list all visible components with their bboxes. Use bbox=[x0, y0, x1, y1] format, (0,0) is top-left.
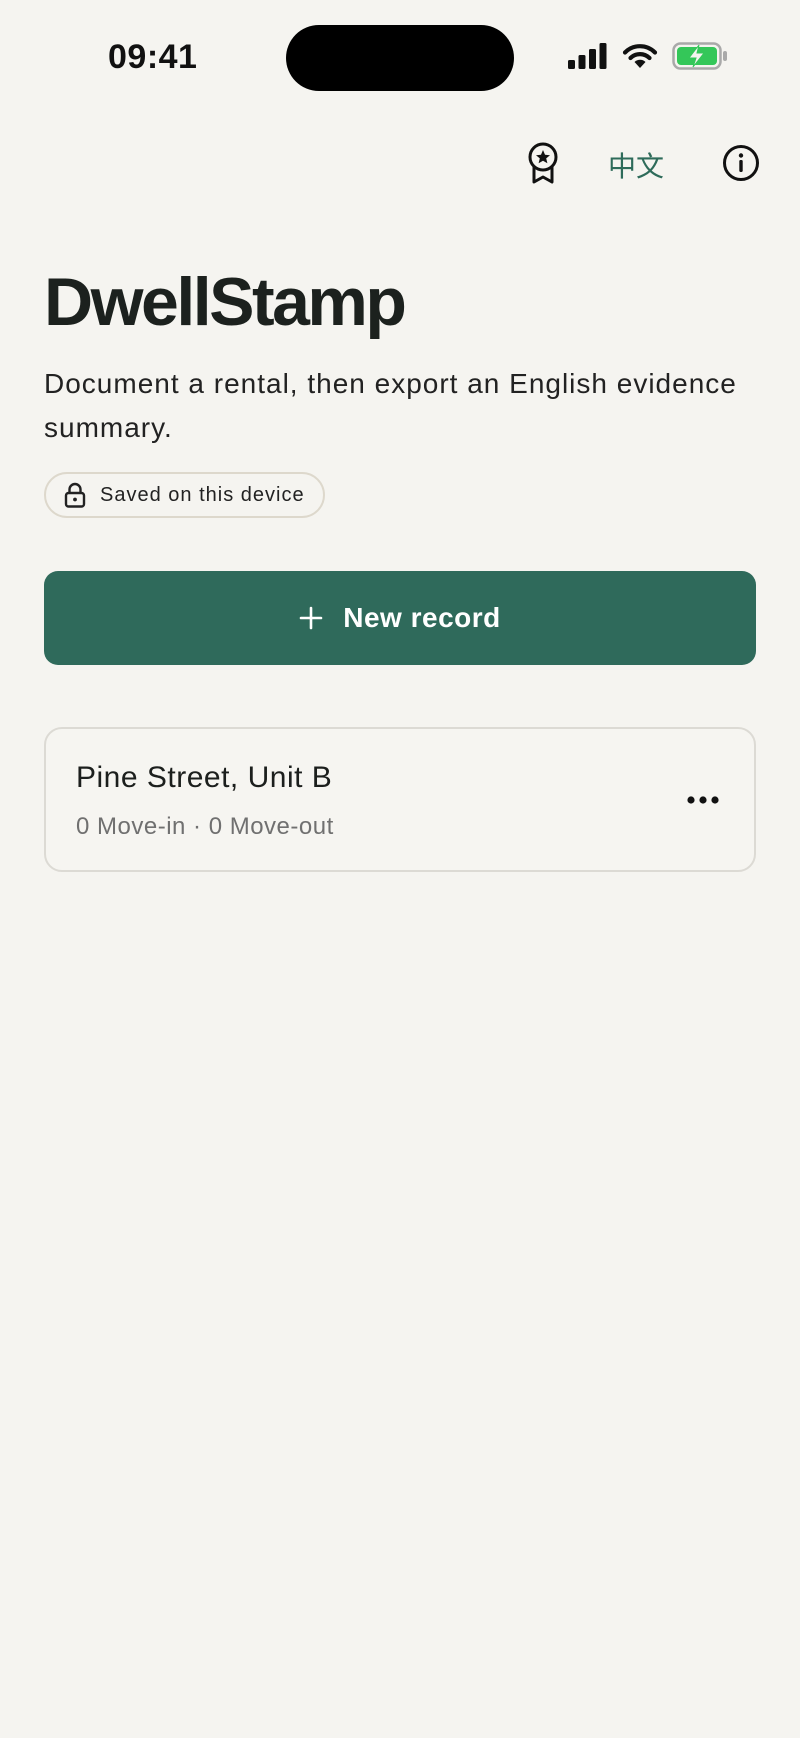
record-more-button[interactable] bbox=[678, 775, 728, 825]
info-button[interactable] bbox=[716, 140, 766, 190]
top-toolbar: 中文 bbox=[518, 140, 766, 190]
saved-badge-label: Saved on this device bbox=[100, 483, 305, 506]
info-icon bbox=[722, 144, 760, 187]
record-card[interactable]: Pine Street, Unit B 0 Move-in · 0 Move-o… bbox=[44, 727, 756, 872]
saved-on-device-badge: Saved on this device bbox=[44, 472, 325, 518]
record-meta: 0 Move-in · 0 Move-out bbox=[76, 813, 334, 840]
lock-icon bbox=[64, 482, 86, 508]
more-horizontal-icon bbox=[686, 795, 720, 805]
plus-icon bbox=[299, 606, 323, 630]
signal-icon bbox=[568, 43, 608, 69]
award-ribbon-icon bbox=[526, 142, 560, 189]
battery-charging-icon bbox=[672, 42, 728, 70]
language-toggle-button[interactable]: 中文 bbox=[608, 140, 664, 190]
record-title: Pine Street, Unit B bbox=[76, 761, 333, 794]
dynamic-island bbox=[286, 25, 514, 91]
award-button[interactable] bbox=[518, 140, 568, 190]
new-record-button[interactable]: New record bbox=[44, 571, 756, 665]
page-subtitle: Document a rental, then export an Englis… bbox=[44, 368, 737, 443]
status-time: 09:41 bbox=[108, 38, 198, 76]
new-record-label: New record bbox=[343, 602, 501, 633]
wifi-icon bbox=[622, 43, 658, 69]
status-icons bbox=[568, 42, 728, 70]
status-bar: 09:41 bbox=[0, 0, 800, 116]
page-title: DwellStamp bbox=[44, 264, 407, 340]
